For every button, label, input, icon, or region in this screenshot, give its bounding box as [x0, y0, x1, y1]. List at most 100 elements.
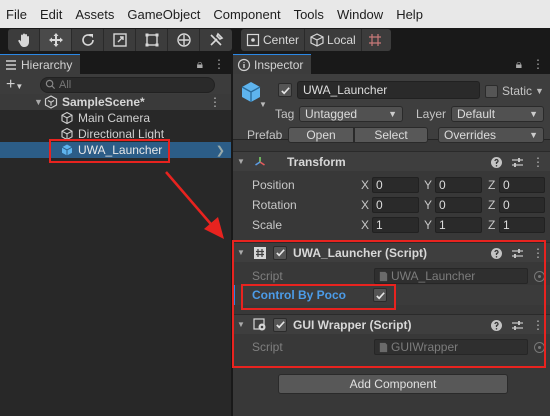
pivot-center-icon	[246, 33, 260, 47]
highlight-box-control-by-poco	[241, 284, 396, 310]
rotate-tool-button[interactable]	[72, 29, 104, 51]
menu-gameobject[interactable]: GameObject	[127, 7, 200, 22]
axis-x-label: X	[361, 178, 370, 192]
object-name-field[interactable]: UWA_Launcher	[297, 81, 480, 99]
overrides-label: Overrides	[444, 128, 497, 142]
layer-dropdown[interactable]: Default ▼	[451, 106, 544, 122]
position-y-field[interactable]: 0	[435, 177, 482, 193]
transform-header[interactable]: ▼ Transform ⋮	[233, 151, 550, 171]
grid-snap-icon	[368, 34, 381, 46]
rotation-y-value: 0	[439, 198, 446, 212]
prefab-select-button[interactable]: Select	[354, 127, 428, 143]
pivot-local-label: Local	[327, 33, 356, 47]
menu-window[interactable]: Window	[337, 7, 383, 22]
gameobject-icon	[60, 111, 74, 125]
hierarchy-tab-tools: 🔒︎ ⋮	[197, 57, 225, 72]
tag-dropdown[interactable]: Untagged ▼	[299, 106, 403, 122]
scale-row: Scale X 1 Y 1 Z 1	[233, 216, 550, 234]
position-z-field[interactable]: 0	[499, 177, 545, 193]
transform-tool-icon	[176, 33, 191, 47]
help-icon[interactable]	[490, 156, 503, 169]
foldout-open-icon[interactable]: ▼	[34, 97, 44, 107]
hierarchy-tab[interactable]: Hierarchy	[0, 54, 81, 74]
info-icon	[237, 58, 251, 71]
scale-y-field[interactable]: 1	[435, 217, 482, 233]
rotation-label: Rotation	[252, 198, 297, 212]
hand-icon	[17, 33, 29, 47]
menu-edit[interactable]: Edit	[40, 7, 62, 22]
custom-tool-button[interactable]	[200, 29, 232, 51]
custom-tool-icon	[210, 32, 224, 46]
item-label: Main Camera	[78, 111, 151, 125]
prefab-overrides-dropdown[interactable]: Overrides ▼	[438, 127, 544, 143]
rotation-y-field[interactable]: 0	[435, 197, 482, 213]
scale-tool-button[interactable]	[104, 29, 136, 51]
position-x-value: 0	[376, 178, 383, 192]
move-icon	[48, 33, 63, 47]
rotation-z-field[interactable]: 0	[499, 197, 545, 213]
menu-help[interactable]: Help	[396, 7, 423, 22]
grid-snap-button[interactable]	[362, 29, 391, 51]
dropdown-arrow-icon: ▼	[529, 109, 538, 119]
more-options-icon[interactable]: ⋮	[532, 57, 544, 72]
axis-x-label: X	[361, 218, 370, 232]
menu-assets[interactable]: Assets	[75, 7, 114, 22]
active-checkbox[interactable]	[278, 83, 292, 97]
component-tools: ⋮	[490, 155, 544, 169]
pivot-center-button[interactable]: Center	[241, 29, 306, 51]
static-checkbox[interactable]	[485, 84, 498, 98]
menu-component[interactable]: Component	[213, 7, 280, 22]
position-x-field[interactable]: 0	[372, 177, 419, 193]
lock-icon[interactable]: 🔒︎	[197, 57, 203, 72]
hierarchy-tab-bar: Hierarchy 🔒︎ ⋮	[0, 54, 231, 74]
scale-label: Scale	[252, 218, 283, 232]
menu-tools[interactable]: Tools	[294, 7, 324, 22]
component-menu-icon[interactable]: ⋮	[532, 155, 544, 169]
hierarchy-item-main-camera[interactable]: Main Camera	[0, 110, 231, 126]
transform-tool-button[interactable]	[168, 29, 200, 51]
preset-sliders-icon[interactable]	[511, 156, 524, 169]
more-options-icon[interactable]: ⋮	[213, 57, 225, 72]
object-name-value: UWA_Launcher	[303, 83, 388, 97]
pivot-local-button[interactable]: Local	[305, 29, 362, 51]
inspector-tab[interactable]: Inspector	[233, 54, 312, 74]
checkmark-icon	[280, 86, 290, 94]
rotate-icon	[81, 34, 94, 46]
lock-icon[interactable]: 🔒︎	[516, 57, 522, 72]
pivot-center-label: Center	[263, 33, 300, 47]
move-tool-button[interactable]	[40, 29, 72, 51]
tag-value: Untagged	[305, 107, 358, 121]
add-component-button[interactable]: Add Component	[278, 374, 508, 394]
rotation-x-field[interactable]: 0	[372, 197, 419, 213]
axis-y-label: Y	[424, 178, 433, 192]
menu-file[interactable]: File	[6, 7, 27, 22]
local-space-icon	[310, 33, 324, 47]
scale-z-field[interactable]: 1	[499, 217, 545, 233]
dropdown-arrow-icon[interactable]: ▼	[535, 86, 544, 96]
foldout-open-icon[interactable]: ▼	[237, 157, 247, 166]
open-label: Open	[306, 128, 336, 142]
layer-label: Layer	[416, 107, 447, 121]
axis-y-label: Y	[424, 198, 433, 212]
rotation-x-value: 0	[376, 198, 383, 212]
highlight-box-hierarchy	[49, 139, 170, 163]
rect-tool-icon	[145, 33, 158, 47]
hierarchy-search-input[interactable]: All	[40, 76, 215, 93]
scale-x-value: 1	[376, 218, 383, 232]
hierarchy-tab-label: Hierarchy	[21, 57, 73, 72]
static-toggle[interactable]: Static ▼	[485, 84, 544, 98]
prefab-icon-picker[interactable]: ▼	[239, 80, 267, 109]
rotation-row: Rotation X 0 Y 0 Z 0	[233, 196, 550, 214]
scene-menu-icon[interactable]: ⋮	[209, 95, 221, 109]
prefab-label: Prefab	[247, 128, 283, 142]
scale-x-field[interactable]: 1	[372, 217, 419, 233]
caret-down-icon: ▼	[259, 100, 267, 109]
add-component-label: Add Component	[349, 377, 437, 391]
scene-row[interactable]: ▼ SampleScene* ⋮	[0, 94, 231, 110]
inspector-tab-label: Inspector	[254, 57, 304, 72]
add-object-button[interactable]: +▼	[6, 76, 26, 94]
chevron-right-icon[interactable]: ❯	[216, 144, 225, 157]
hand-tool-button[interactable]	[8, 29, 40, 51]
prefab-open-button[interactable]: Open	[288, 127, 354, 143]
rect-tool-button[interactable]	[136, 29, 168, 51]
